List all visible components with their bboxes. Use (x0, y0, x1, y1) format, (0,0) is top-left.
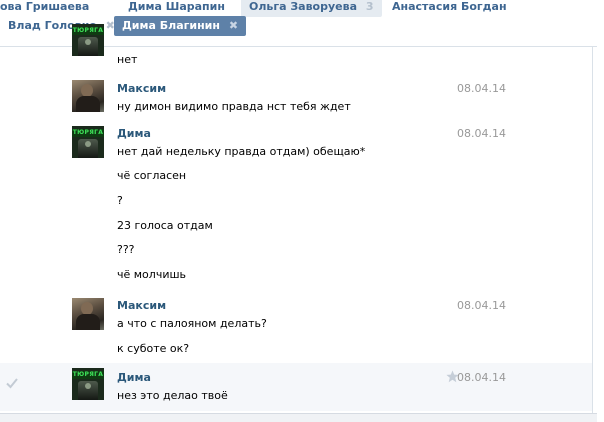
message-date[interactable]: 08.04.14 (457, 299, 506, 312)
message-text: нет (117, 53, 138, 66)
message-text: ну димон видимо правда нст тебя ждет (117, 100, 351, 113)
avatar-sign: ТЮРЯГА (72, 371, 104, 379)
avatar-sign: ТЮРЯГА (72, 27, 104, 35)
message-date[interactable]: 08.04.14 (457, 82, 506, 95)
tab-label: ова Гришаева (0, 0, 90, 13)
message-group[interactable]: ТЮРЯГА Дима 08.04.14 нез это делао твоё (0, 363, 592, 411)
message-group: ТЮРЯГА нет (0, 24, 592, 68)
message-text: чё согласен (117, 169, 187, 182)
author-name[interactable]: Максим (117, 299, 166, 312)
check-icon[interactable] (6, 377, 18, 389)
message-text: ??? (117, 243, 135, 256)
message-date[interactable]: 08.04.14 (457, 371, 506, 384)
message-date[interactable]: 08.04.14 (457, 127, 506, 140)
tab-label: Дима Благинин (122, 19, 220, 32)
message-text: чё молчишь (117, 268, 187, 281)
author-name[interactable]: Дима (117, 371, 151, 384)
avatar-figure (78, 139, 98, 158)
message-text: ? (117, 194, 123, 207)
tab-sharapin[interactable]: Дима Шарапин (128, 0, 225, 17)
tab-dima-blaginin[interactable]: Дима Благинин ✖ (114, 16, 247, 36)
avatar-sign: ТЮРЯГА (72, 129, 104, 137)
tab-label: Ольга Заворуева (249, 0, 358, 13)
avatar-figure (78, 381, 98, 400)
author-name[interactable]: Дима (117, 127, 151, 140)
message-group: Максим 08.04.14 ну димон видимо правда н… (0, 77, 592, 117)
close-icon[interactable]: ✖ (229, 16, 238, 36)
avatar[interactable] (72, 298, 104, 330)
avatar-figure (78, 37, 98, 56)
avatar[interactable]: ТЮРЯГА (72, 24, 104, 56)
author-name[interactable]: Максим (117, 82, 166, 95)
panel-border (592, 46, 593, 414)
unread-count: 3 (365, 0, 374, 13)
message-group: ТЮРЯГА Дима 08.04.14 нет дай недельку пр… (0, 123, 592, 288)
message-text: нет дай недельку правда отдам) обещаю* (117, 145, 366, 158)
message-text: а что с палояном делать? (117, 317, 267, 330)
avatar[interactable] (72, 80, 104, 112)
message-group: Максим 08.04.14 а что с палояном делать?… (0, 295, 592, 360)
avatar[interactable]: ТЮРЯГА (72, 368, 104, 400)
message-text: нез это делао твоё (117, 389, 228, 402)
avatar[interactable]: ТЮРЯГА (72, 126, 104, 158)
tab-bogdan[interactable]: Анастасия Богдан (392, 0, 507, 17)
tab-label: Дима Шарапин (128, 0, 225, 13)
tab-label: Анастасия Богдан (392, 0, 507, 13)
tab-zavorueva[interactable]: Ольга Заворуева 3 (241, 0, 382, 17)
message-text: к суботе ок? (117, 342, 190, 355)
tab-grishaeva[interactable]: ова Гришаева (0, 0, 89, 17)
message-text: 23 голоса отдам (117, 219, 213, 232)
